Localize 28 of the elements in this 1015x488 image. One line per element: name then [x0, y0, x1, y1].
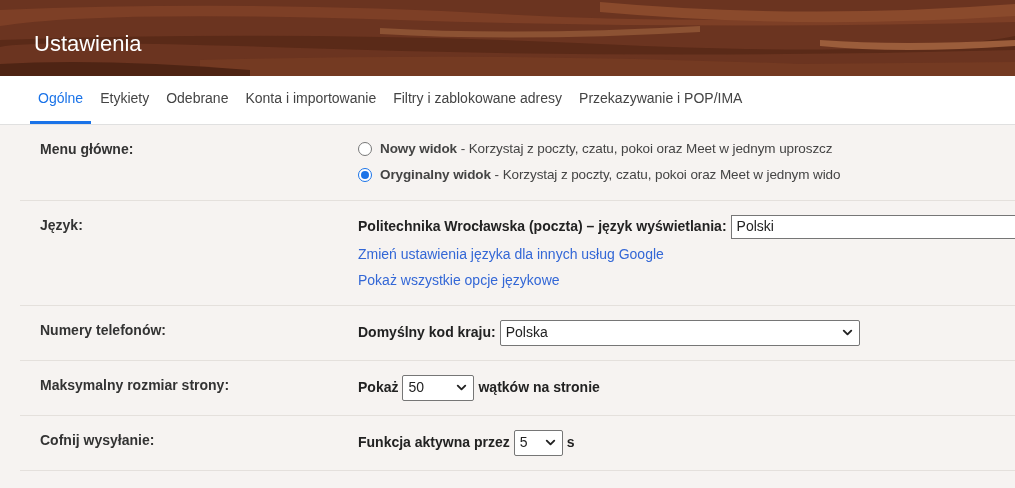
link[interactable]: Zmień ustawienia języka dla innych usług Google: [358, 243, 664, 265]
setting-text: s: [566, 433, 575, 452]
tab[interactable]: Konta i importowanie: [245, 82, 377, 124]
setting-label: Numery telefonów:: [39, 320, 167, 340]
dropdown[interactable]: 50: [402, 374, 475, 401]
setting-label: Menu główne:: [39, 140, 135, 159]
setting-label: Język:: [39, 215, 84, 235]
setting-text: Politechnika Wrocławska (poczta) – język wyświetlania:: [358, 217, 727, 236]
setting-text: Domyślny kod kraju:: [358, 323, 496, 342]
dropdown[interactable]: Polska: [499, 319, 860, 346]
tab[interactable]: Etykiety: [100, 82, 150, 124]
tab[interactable]: Ogólne: [30, 82, 92, 124]
radio-button[interactable]: [358, 168, 372, 183]
dropdown[interactable]: 5: [513, 429, 563, 456]
language-field[interactable]: Polski: [730, 214, 1015, 239]
tab[interactable]: Filtry i zablokowane adresy: [393, 82, 563, 124]
option-text: Nowy widok - Korzystaj z poczty, czatu, pokoi oraz Meet w jednym uproszcz: [380, 140, 833, 158]
radio-button[interactable]: [358, 142, 372, 157]
page-title: Ustawienia: [34, 29, 142, 58]
link[interactable]: Pokaż wszystkie opcje językowe: [358, 269, 560, 291]
setting-text: Pokaż: [358, 378, 399, 397]
tab[interactable]: Przekazywanie i POP/IMA: [579, 82, 743, 124]
tab[interactable]: Odebrane: [166, 82, 229, 124]
setting-label: Cofnij wysyłanie:: [39, 430, 156, 450]
option-text: Oryginalny widok - Korzystaj z poczty, czatu, pokoi oraz Meet w jednym wido: [380, 166, 841, 185]
setting-text: wątków na stronie: [478, 378, 600, 397]
setting-label: Maksymalny rozmiar strony:: [39, 375, 231, 395]
setting-text: Funkcja aktywna przez: [358, 433, 510, 452]
